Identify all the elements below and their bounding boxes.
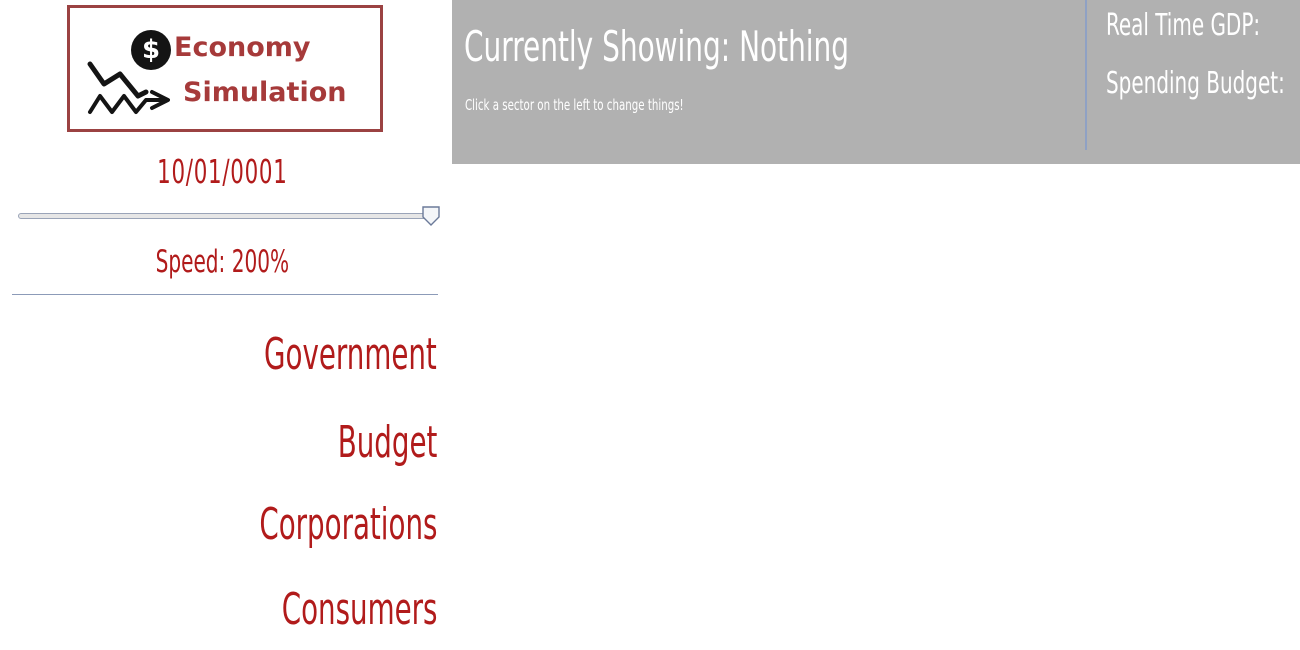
spending-budget-label: Spending Budget:	[1106, 66, 1285, 101]
nav-item-corporations[interactable]: Corporations	[259, 503, 437, 547]
page-title: Currently Showing: Nothing	[464, 22, 850, 71]
simulation-date: 10/01/0001	[157, 152, 288, 191]
main-content	[452, 164, 1300, 650]
real-time-gdp-label: Real Time GDP:	[1106, 8, 1261, 43]
app-root: $ Economy Simulation 10/01/0001 Speed: 2…	[0, 0, 1300, 650]
speed-label: Speed: 200%	[155, 244, 290, 280]
dollar-coin-icon: $	[131, 30, 171, 70]
logo-text-simulation: Simulation	[183, 77, 347, 108]
speed-slider-track[interactable]	[18, 213, 432, 219]
header-panel: Currently Showing: Nothing Click a secto…	[452, 0, 1300, 164]
nav-item-government[interactable]: Government	[264, 333, 437, 377]
slider-thumb-icon[interactable]	[421, 205, 441, 227]
speed-slider[interactable]	[18, 205, 441, 227]
nav-item-consumers[interactable]: Consumers	[281, 588, 437, 632]
header-separator	[1085, 0, 1087, 150]
sidebar: $ Economy Simulation 10/01/0001 Speed: 2…	[0, 0, 445, 650]
sidebar-divider	[12, 294, 438, 295]
nav-item-budget[interactable]: Budget	[337, 421, 437, 465]
page-subtitle: Click a sector on the left to change thi…	[465, 96, 684, 114]
app-logo: $ Economy Simulation	[67, 5, 383, 132]
logo-text-economy: Economy	[174, 32, 311, 63]
